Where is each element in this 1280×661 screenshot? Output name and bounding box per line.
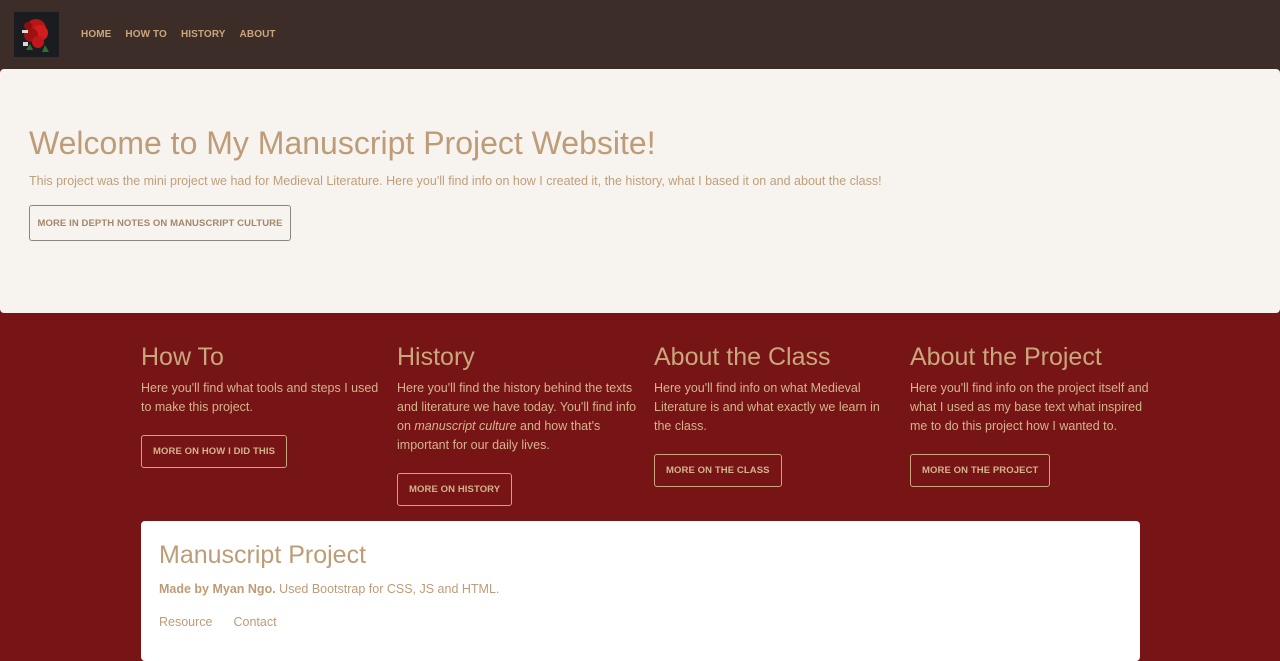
- section-title: About the Project: [910, 343, 1102, 371]
- footer-links: Resource Contact: [159, 615, 277, 629]
- resource-link[interactable]: Resource: [159, 615, 213, 629]
- navbar: HOME HOW TO HISTORY ABOUT: [0, 0, 1280, 69]
- credits-text: Used Bootstrap for CSS, JS and HTML.: [275, 582, 500, 596]
- section-title: History: [397, 343, 475, 371]
- nav-home-link[interactable]: HOME: [81, 28, 111, 41]
- nav-how-to-link[interactable]: HOW TO: [125, 28, 167, 41]
- section-history: History Here you'll find the history beh…: [397, 343, 637, 506]
- section-title: About the Class: [654, 343, 831, 371]
- section-text: Here you'll find what tools and steps I …: [141, 381, 379, 414]
- hero-title: Welcome to My Manuscript Project Website…: [29, 125, 656, 161]
- section-text-emphasis: manuscript culture: [414, 419, 517, 433]
- footer-title: Manuscript Project: [159, 541, 367, 569]
- section-about-project: About the Project Here you'll find info …: [910, 343, 1150, 487]
- footer-card: Manuscript Project Made by Myan Ngo. Use…: [141, 521, 1140, 661]
- logo-image[interactable]: [14, 12, 59, 57]
- rose-logo-icon: [14, 12, 59, 57]
- hero-jumbotron: Welcome to My Manuscript Project Website…: [0, 69, 1280, 313]
- nav-about-link[interactable]: ABOUT: [240, 28, 276, 41]
- how-i-did-this-button[interactable]: MORE ON HOW I DID THIS: [141, 435, 288, 468]
- section-about-class: About the Class Here you'll find info on…: [654, 343, 894, 487]
- section-how-to: How To Here you'll find what tools and s…: [141, 343, 381, 468]
- contact-link[interactable]: Contact: [234, 615, 277, 629]
- section-title: How To: [141, 343, 224, 371]
- section-text: Here you'll find info on what Medieval L…: [654, 381, 880, 433]
- nav-history-link[interactable]: HISTORY: [181, 28, 226, 41]
- author-credit: Made by Myan Ngo.: [159, 582, 276, 596]
- more-on-class-button[interactable]: MORE ON THE CLASS: [654, 454, 782, 487]
- more-on-history-button[interactable]: MORE ON HISTORY: [397, 473, 513, 506]
- hero-subtitle: This project was the mini project we had…: [29, 174, 882, 188]
- section-text: Here you'll find the history behind the …: [397, 379, 637, 455]
- manuscript-notes-button[interactable]: MORE IN DEPTH NOTES ON MANUSCRIPT CULTUR…: [29, 205, 291, 241]
- main-nav: HOME HOW TO HISTORY ABOUT: [81, 28, 276, 41]
- more-on-project-button[interactable]: MORE ON THE PROJECT: [910, 454, 1051, 487]
- footer-credits: Made by Myan Ngo. Used Bootstrap for CSS…: [159, 582, 499, 596]
- section-text: Here you'll find info on the project its…: [910, 381, 1149, 433]
